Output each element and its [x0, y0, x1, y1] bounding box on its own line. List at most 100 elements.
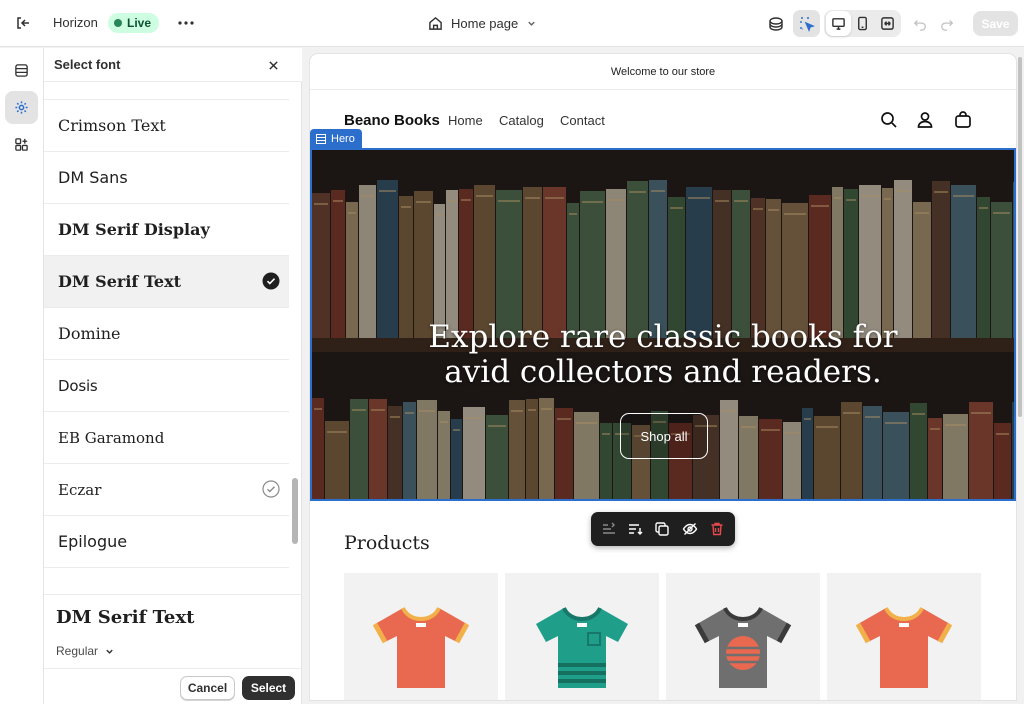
- mobile-view-button[interactable]: [850, 11, 875, 36]
- font-item-eczar[interactable]: Eczar: [44, 464, 289, 516]
- undo-button[interactable]: [906, 10, 933, 37]
- sections-icon: [316, 133, 326, 144]
- product-card[interactable]: [666, 573, 820, 700]
- panel-footer: Cancel Select: [44, 668, 302, 704]
- move-icon[interactable]: [601, 521, 617, 537]
- duplicate-icon[interactable]: [654, 521, 670, 537]
- save-button[interactable]: Save: [973, 11, 1018, 36]
- redo-icon: [940, 19, 953, 31]
- store-name: Horizon: [53, 15, 98, 30]
- select-tool-button[interactable]: [793, 10, 820, 37]
- preview-font-name: DM Serif Text: [56, 607, 195, 628]
- font-list-scrollbar[interactable]: [292, 478, 298, 544]
- preview-scrollbar[interactable]: [1018, 57, 1022, 417]
- panel-title: Select font: [54, 57, 121, 72]
- store-preview: Welcome to our store Beano Books Home Ca…: [310, 54, 1016, 700]
- cart-icon[interactable]: [953, 110, 973, 130]
- font-item-dm-serif-display[interactable]: DM Serif Display: [44, 204, 289, 256]
- close-panel-button[interactable]: [264, 56, 282, 74]
- apps-icon: [15, 138, 28, 151]
- mobile-icon: [858, 16, 867, 31]
- inspector-button[interactable]: [762, 10, 789, 37]
- section-toolbar: [591, 512, 735, 546]
- font-item-label: DM Sans: [58, 168, 128, 187]
- products-heading: Products: [344, 532, 430, 554]
- hide-icon[interactable]: [682, 521, 698, 537]
- editor-rail: [0, 48, 44, 704]
- announcement-bar: Welcome to our store: [310, 54, 1016, 90]
- check-icon: [262, 480, 280, 498]
- nav-link-home[interactable]: Home: [448, 113, 483, 128]
- live-status-label: Live: [127, 16, 152, 30]
- search-icon[interactable]: [879, 110, 899, 130]
- font-item-label: Dosis: [58, 376, 98, 395]
- product-card[interactable]: [344, 573, 498, 700]
- font-preview: DM Serif Text Regular: [44, 594, 302, 668]
- desktop-view-button[interactable]: [826, 11, 851, 36]
- account-icon[interactable]: [915, 110, 935, 130]
- hero-heading-line1: Explore rare classic books for: [428, 319, 898, 355]
- page-selector-label: Home page: [451, 15, 519, 31]
- chevron-down-icon: [528, 21, 535, 26]
- font-item-label: Domine: [58, 324, 121, 343]
- product-card[interactable]: [505, 573, 659, 700]
- theme-settings-tab[interactable]: [5, 91, 38, 124]
- check-icon: [262, 272, 280, 290]
- page-selector[interactable]: Home page: [428, 11, 537, 35]
- apps-tab[interactable]: [5, 128, 38, 161]
- nav-link-contact[interactable]: Contact: [560, 113, 605, 128]
- desktop-icon: [832, 18, 845, 30]
- sections-icon: [15, 64, 28, 77]
- more-actions-button[interactable]: [175, 12, 197, 34]
- font-item-label: DM Serif Text: [58, 272, 182, 291]
- select-tool-icon: [799, 16, 815, 32]
- font-item-dm-serif-text[interactable]: DM Serif Text: [44, 256, 289, 308]
- hero-section-tag[interactable]: Hero: [310, 129, 362, 148]
- font-style-dropdown[interactable]: Regular: [56, 644, 115, 658]
- exit-button[interactable]: [12, 12, 34, 34]
- select-button[interactable]: Select: [242, 676, 295, 700]
- product-card[interactable]: [827, 573, 981, 700]
- live-status-badge: Live: [108, 13, 160, 33]
- inspector-icon: [768, 16, 783, 31]
- tshirt-coral-image: [372, 607, 470, 688]
- font-item-epilogue[interactable]: Epilogue: [44, 516, 289, 568]
- hero-section[interactable]: Explore rare classic books for avid coll…: [310, 148, 1016, 501]
- tshirt-teal-image: [536, 607, 628, 688]
- shop-all-button[interactable]: Shop all: [620, 413, 708, 459]
- hero-heading-line2: avid collectors and readers.: [444, 354, 882, 390]
- editor-topbar: Horizon Live Home page Save: [0, 0, 1024, 47]
- hero-heading: Explore rare classic books for avid coll…: [312, 320, 1014, 390]
- close-icon: [268, 60, 278, 70]
- font-item-label: Epilogue: [58, 532, 128, 551]
- home-icon: [429, 16, 442, 30]
- font-item-eb-garamond[interactable]: EB Garamond: [44, 412, 289, 464]
- delete-icon[interactable]: [709, 521, 725, 537]
- reorder-icon[interactable]: [627, 521, 643, 537]
- undo-icon: [913, 19, 926, 31]
- font-item-crimson-text[interactable]: Crimson Text: [44, 100, 289, 152]
- live-dot: [114, 19, 122, 27]
- font-item-label: DM Serif Display: [58, 220, 210, 239]
- settings-icon: [15, 101, 28, 114]
- font-item-domine[interactable]: Domine: [44, 308, 289, 360]
- sections-tab[interactable]: [5, 54, 38, 87]
- nav-link-catalog[interactable]: Catalog: [499, 113, 544, 128]
- font-item-dosis[interactable]: Dosis: [44, 360, 289, 412]
- font-item-cut-off[interactable]: [44, 82, 289, 100]
- chevron-down-icon: [106, 649, 113, 654]
- exit-icon: [17, 17, 29, 29]
- font-item-label: EB Garamond: [58, 428, 165, 447]
- hero-tag-label: Hero: [331, 132, 355, 145]
- cancel-button[interactable]: Cancel: [180, 676, 235, 700]
- tshirt-gray-image: [694, 607, 792, 688]
- fullwidth-view-button[interactable]: [875, 11, 900, 36]
- font-item-label: Eczar: [58, 480, 102, 499]
- panel-header: Select font: [44, 48, 302, 82]
- redo-button[interactable]: [933, 10, 960, 37]
- font-item-dm-sans[interactable]: DM Sans: [44, 152, 289, 204]
- store-brand[interactable]: Beano Books: [344, 112, 440, 129]
- select-font-panel: Select font Crimson Text DM Sans DM Seri…: [44, 48, 302, 704]
- tshirt-coral-image: [855, 607, 953, 688]
- font-list: Crimson Text DM Sans DM Serif Display DM…: [44, 82, 289, 594]
